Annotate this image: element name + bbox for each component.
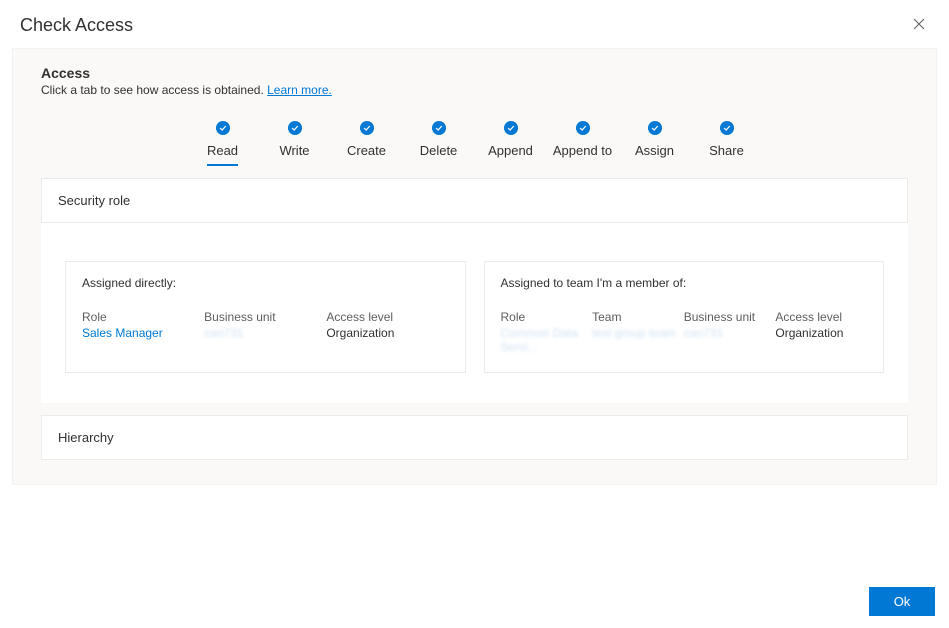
assigned-directly-card: Assigned directly: Role Sales Manager Bu…: [65, 261, 466, 373]
access-level-label: Access level: [775, 310, 867, 324]
tab-label: Delete: [420, 143, 458, 164]
check-icon: [720, 121, 734, 135]
check-icon: [432, 121, 446, 135]
access-level-label: Access level: [326, 310, 448, 324]
role-label: Role: [501, 310, 593, 324]
tab-assign[interactable]: Assign: [619, 121, 691, 166]
dialog-title: Check Access: [20, 15, 133, 36]
check-icon: [288, 121, 302, 135]
tab-append[interactable]: Append: [475, 121, 547, 166]
tab-delete[interactable]: Delete: [403, 121, 475, 166]
check-icon: [648, 121, 662, 135]
learn-more-link[interactable]: Learn more.: [267, 83, 332, 97]
business-unit-label: Business unit: [684, 310, 776, 324]
access-level-value: Organization: [326, 326, 448, 340]
access-tabs: Read Write Create Delete Append Append t…: [41, 121, 908, 166]
tab-label: Assign: [635, 143, 674, 164]
tab-label: Append: [488, 143, 533, 164]
access-heading: Access: [41, 65, 908, 81]
access-panel: Access Click a tab to see how access is …: [12, 48, 937, 485]
tab-read[interactable]: Read: [187, 121, 259, 166]
check-icon: [216, 121, 230, 135]
role-value[interactable]: Common Data Servi...: [501, 326, 593, 354]
team-label: Team: [592, 310, 684, 324]
assigned-directly-title: Assigned directly:: [82, 276, 449, 290]
tab-create[interactable]: Create: [331, 121, 403, 166]
assigned-team-card: Assigned to team I'm a member of: Role C…: [484, 261, 885, 373]
business-unit-value[interactable]: can731: [204, 326, 326, 340]
security-role-title: Security role: [58, 193, 891, 208]
tab-label: Read: [207, 143, 238, 166]
role-label: Role: [82, 310, 204, 324]
close-button[interactable]: [909, 14, 929, 36]
assigned-team-title: Assigned to team I'm a member of:: [501, 276, 868, 290]
ok-button[interactable]: Ok: [869, 587, 935, 616]
hierarchy-header[interactable]: Hierarchy: [41, 415, 908, 460]
check-icon: [360, 121, 374, 135]
access-level-value: Organization: [775, 326, 867, 340]
tab-append-to[interactable]: Append to: [547, 121, 619, 166]
tab-label: Write: [279, 143, 309, 164]
check-icon: [576, 121, 590, 135]
tab-share[interactable]: Share: [691, 121, 763, 166]
security-role-header[interactable]: Security role: [41, 178, 908, 223]
role-value[interactable]: Sales Manager: [82, 326, 204, 340]
hierarchy-title: Hierarchy: [58, 430, 891, 445]
tab-label: Append to: [553, 143, 612, 164]
business-unit-value[interactable]: can731: [684, 326, 776, 340]
access-description: Click a tab to see how access is obtaine…: [41, 83, 908, 97]
business-unit-label: Business unit: [204, 310, 326, 324]
access-description-text: Click a tab to see how access is obtaine…: [41, 83, 267, 97]
check-icon: [504, 121, 518, 135]
tab-label: Share: [709, 143, 744, 164]
tab-label: Create: [347, 143, 386, 164]
tab-write[interactable]: Write: [259, 121, 331, 166]
close-icon: [913, 18, 925, 30]
team-value[interactable]: test group team: [592, 326, 684, 340]
security-role-details: Assigned directly: Role Sales Manager Bu…: [41, 223, 908, 403]
